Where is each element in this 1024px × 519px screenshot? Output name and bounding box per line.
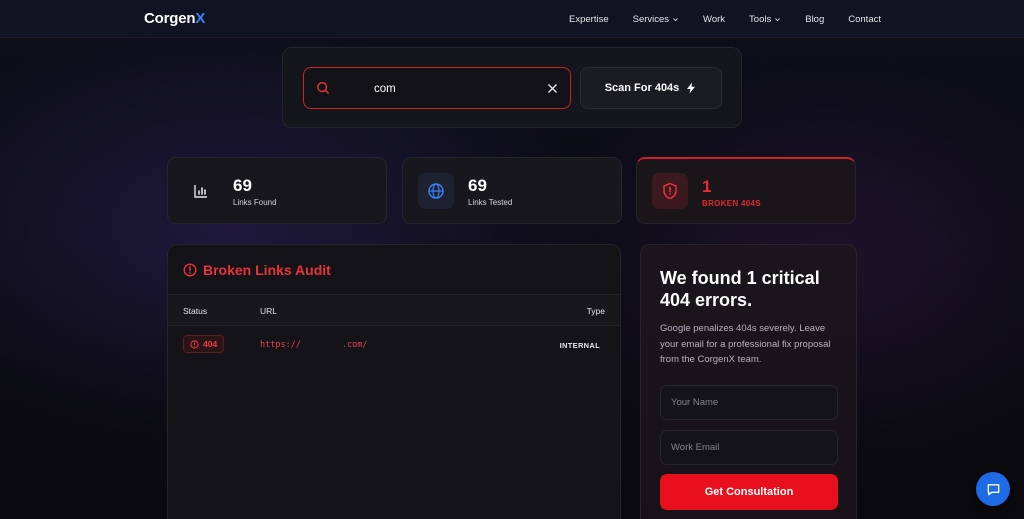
audit-title-text: Broken Links Audit: [203, 262, 331, 278]
nav-item-tools[interactable]: Tools: [749, 14, 781, 25]
scan-button[interactable]: Scan For 404s: [580, 67, 722, 109]
name-field[interactable]: [660, 385, 838, 420]
lead-form-panel: We found 1 critical 404 errors. Google p…: [640, 244, 857, 519]
stat-icon-box: [183, 173, 219, 209]
stat-value: 69: [233, 176, 252, 195]
globe-icon: [428, 183, 444, 199]
nav-item-label: Tools: [749, 13, 772, 25]
stat-icon-box: [652, 173, 688, 209]
stat-label: Links Tested: [468, 198, 513, 207]
nav-item-label: Contact: [848, 13, 881, 25]
status-badge: 404: [183, 335, 225, 353]
brand-logo[interactable]: CorgenX: [144, 10, 205, 27]
scan-panel: Scan For 404s: [282, 47, 742, 128]
nav-item-expertise[interactable]: Expertise: [569, 14, 609, 25]
table-header: Status URL Type: [168, 294, 620, 326]
email-field[interactable]: [660, 430, 838, 465]
nav-item-label: Expertise: [569, 13, 609, 25]
stat-card-broken-404s: 1 BROKEN 404S: [636, 157, 856, 224]
get-consultation-button[interactable]: Get Consultation: [660, 474, 838, 510]
stat-card-links-tested: 69 Links Tested: [402, 157, 622, 224]
stat-label: Links Found: [233, 198, 277, 207]
table-row: 404 https:// .com/ INTERNAL: [168, 327, 620, 363]
top-nav: CorgenX Expertise Services Work Tools Bl…: [0, 0, 1024, 38]
bar-chart-icon: [194, 185, 207, 198]
brand-name: Corgen: [144, 10, 196, 27]
alert-circle-icon: [183, 263, 197, 277]
stat-value: 69: [468, 176, 487, 195]
nav-item-label: Work: [703, 13, 726, 25]
nav-item-blog[interactable]: Blog: [805, 14, 824, 25]
brand-name-accent: X: [195, 10, 206, 27]
nav-item-contact[interactable]: Contact: [848, 14, 881, 25]
lead-title: We found 1 critical 404 errors.: [660, 268, 820, 310]
nav-item-work[interactable]: Work: [703, 14, 725, 25]
status-code: 404: [203, 339, 218, 349]
column-header-url: URL: [260, 306, 278, 316]
audit-title: Broken Links Audit: [183, 262, 331, 278]
url-search-box[interactable]: [303, 67, 571, 109]
nav-item-services[interactable]: Services: [633, 14, 679, 25]
broken-links-audit-panel: Broken Links Audit Status URL Type 404 h…: [167, 244, 621, 519]
broken-url-link[interactable]: https:// .com/: [260, 340, 367, 350]
nav-item-label: Blog: [805, 13, 825, 25]
link-type: INTERNAL: [559, 341, 600, 350]
chevron-down-icon: [775, 17, 781, 21]
scan-button-label: Scan For 404s: [604, 82, 680, 94]
chat-bubble-icon: [987, 483, 999, 495]
chevron-down-icon: [673, 17, 678, 21]
stat-card-links-found: 69 Links Found: [167, 157, 387, 224]
stat-label: BROKEN 404S: [702, 199, 761, 208]
alert-circle-icon: [190, 339, 199, 349]
column-header-type: Type: [586, 306, 605, 316]
stat-icon-box: [418, 173, 454, 209]
column-header-status: Status: [183, 306, 208, 316]
lead-description: Google penalizes 404s severely. Leave yo…: [660, 323, 831, 365]
search-icon: [317, 82, 329, 94]
stat-value: 1: [702, 177, 712, 196]
chat-widget-button[interactable]: [976, 472, 1010, 506]
nav-item-label: Services: [632, 13, 670, 25]
lightning-icon: [687, 82, 696, 94]
shield-alert-icon: [663, 182, 677, 200]
close-icon[interactable]: [547, 83, 558, 94]
nav-links: Expertise Services Work Tools Blog Conta…: [569, 0, 881, 38]
url-search-input[interactable]: [374, 79, 534, 99]
